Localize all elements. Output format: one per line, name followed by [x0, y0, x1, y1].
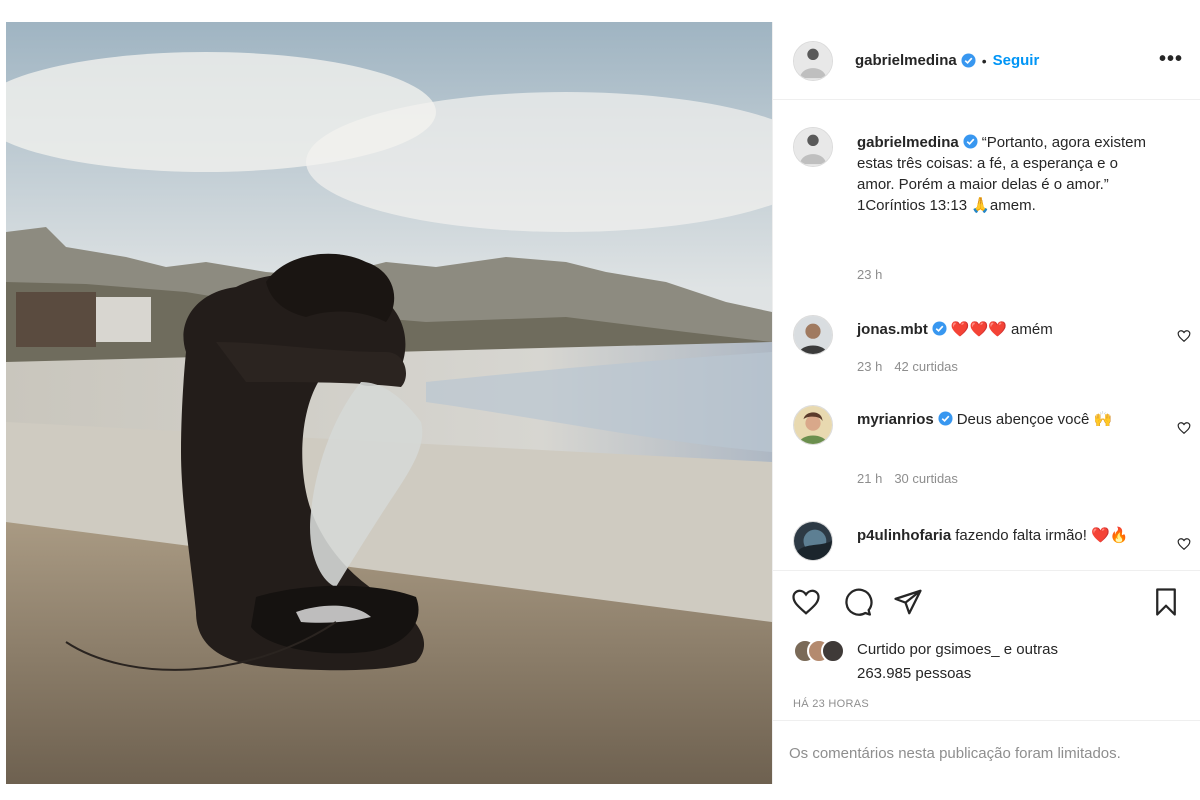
comment-text-block: myrianrios Deus abençoe você 🙌 [857, 409, 1157, 430]
post-actions-bar [773, 570, 1200, 630]
comment-meta: 23 h 42 curtidas [857, 359, 958, 374]
comment-time[interactable]: 21 h [857, 471, 882, 486]
comment-meta: 21 h 30 curtidas [857, 471, 958, 486]
post-photo[interactable] [6, 22, 772, 784]
comment-like-icon[interactable] [1177, 329, 1191, 343]
author-username[interactable]: gabrielmedina [855, 52, 957, 69]
comment-username[interactable]: p4ulinhofaria [857, 527, 951, 544]
post-details-panel: gabrielmedina • Seguir ••• gabrielmedina… [772, 22, 1200, 784]
caption-text-line2: 1Coríntios 13:13 🙏amem. [857, 197, 1036, 214]
comment-like-icon[interactable] [1177, 421, 1191, 435]
comment-text: Deus abençoe você 🙌 [956, 411, 1113, 428]
paper-plane-icon[interactable] [893, 587, 923, 617]
comment-avatar[interactable] [793, 405, 833, 445]
liked-by-avatars [793, 639, 845, 663]
comment-likes[interactable]: 42 curtidas [894, 359, 958, 374]
comment-time[interactable]: 23 h [857, 359, 882, 374]
comment-username[interactable]: jonas.mbt [857, 321, 928, 338]
comment-avatar[interactable] [793, 521, 833, 561]
comment-icon[interactable] [843, 587, 873, 617]
comment-text: ❤️❤️❤️ amém [950, 321, 1053, 338]
verified-badge-icon [938, 411, 953, 426]
comment-like-icon[interactable] [1177, 537, 1191, 551]
caption-time[interactable]: 23 h [857, 267, 882, 282]
post-header: gabrielmedina • Seguir ••• [773, 22, 1200, 100]
comment-text-block: jonas.mbt ❤️❤️❤️ amém [857, 319, 1157, 340]
separator-dot: • [981, 52, 987, 69]
bookmark-icon[interactable] [1151, 587, 1181, 617]
more-options-icon[interactable]: ••• [1159, 48, 1183, 71]
post-timestamp[interactable]: HÁ 23 HORAS [793, 698, 869, 710]
comment-text-block: p4ulinhofaria fazendo falta irmão! ❤️🔥 [857, 525, 1157, 546]
comment-avatar[interactable] [793, 315, 833, 355]
author-avatar[interactable] [793, 40, 833, 81]
comment-text: fazendo falta irmão! ❤️🔥 [955, 527, 1129, 544]
surfer-beach-photo [6, 22, 772, 784]
comments-list[interactable]: gabrielmedina “Portanto, agora existem es… [773, 101, 1200, 569]
liked-by-text: Curtido por gsimoes_ e outras 263.985 pe… [857, 638, 1087, 686]
heart-icon[interactable] [791, 587, 821, 617]
verified-badge-icon [963, 134, 978, 149]
comment-username[interactable]: myrianrios [857, 411, 934, 428]
liked-by-user[interactable]: gsimoes_ [935, 641, 999, 658]
follow-button[interactable]: Seguir [993, 52, 1040, 69]
caption-author-avatar[interactable] [793, 127, 833, 167]
verified-badge-icon [961, 53, 976, 68]
caption-username[interactable]: gabrielmedina [857, 134, 959, 151]
caption-meta: 23 h [857, 267, 882, 282]
comments-limited-notice: Os comentários nesta publicação foram li… [773, 720, 1200, 784]
caption-text-block: gabrielmedina “Portanto, agora existem es… [857, 132, 1157, 216]
comment-likes[interactable]: 30 curtidas [894, 471, 958, 486]
liked-by-prefix: Curtido por [857, 641, 932, 658]
liker-avatar [821, 639, 845, 663]
liked-by-row[interactable]: Curtido por gsimoes_ e outras 263.985 pe… [793, 638, 1087, 686]
verified-badge-icon [932, 321, 947, 336]
